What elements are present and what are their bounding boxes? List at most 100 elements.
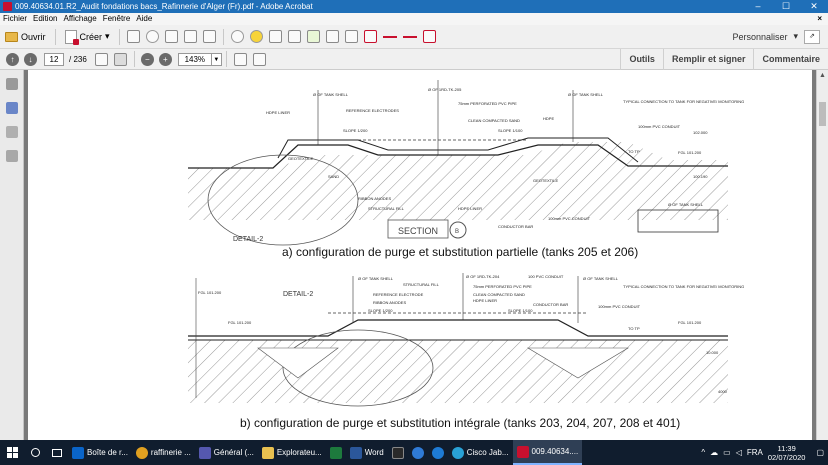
attach-icon[interactable] <box>287 30 301 43</box>
main-toolbar: Ouvrir Créer ▾ Personnaliser ▾ ⇗ <box>0 25 828 49</box>
drawing-label: STRUCTURAL FILL <box>403 282 440 287</box>
volume-icon[interactable]: ◁ <box>736 448 742 457</box>
start-button[interactable] <box>0 440 24 465</box>
folder-icon <box>261 446 274 459</box>
fill-sign-link[interactable]: Remplir et signer <box>662 48 754 70</box>
system-tray: ^ ☁ ▭ ◁ FRA 11:39 02/07/2020 ▢ <box>701 444 828 462</box>
create-pdf-icon <box>64 29 79 45</box>
taskbar-app[interactable] <box>388 440 408 465</box>
excel-icon <box>329 446 342 459</box>
menu-edition[interactable]: Edition <box>30 13 60 25</box>
fit-page-icon[interactable] <box>233 52 247 66</box>
engineering-drawing-a: Ø OF TANK SHELL Ø OF 1RD-TK-205 Ø OF TAN… <box>188 80 744 246</box>
menu-aide[interactable]: Aide <box>133 13 155 25</box>
menu-fichier[interactable]: Fichier <box>0 13 30 25</box>
menu-fenetre[interactable]: Fenêtre <box>100 13 134 25</box>
zoom-in-icon[interactable]: + <box>158 52 172 66</box>
email-icon[interactable] <box>202 30 216 43</box>
network-icon[interactable]: ▭ <box>723 448 731 457</box>
edge-icon <box>431 446 444 459</box>
open-button[interactable]: Ouvrir <box>0 27 51 47</box>
page-number-input[interactable]: 12 <box>44 52 64 66</box>
drawing-label: 100mm PVC CONDUIT <box>598 304 641 309</box>
drawing-label: SLOPE 1/200 <box>368 308 393 313</box>
taskbar-explorer[interactable]: Explorateu... <box>258 440 326 465</box>
vertical-scrollbar[interactable]: ▲ <box>816 70 828 440</box>
cloud-upload-icon[interactable] <box>145 30 159 43</box>
maximize-button[interactable]: ☐ <box>772 0 800 13</box>
clock[interactable]: 11:39 02/07/2020 <box>768 444 806 462</box>
taskbar-excel[interactable] <box>326 440 346 465</box>
cloud-icon[interactable]: ☁ <box>710 448 718 457</box>
zoom-level-input[interactable]: 143% <box>177 52 212 66</box>
next-page-icon[interactable]: ↓ <box>24 52 37 66</box>
drawing-label: 100mm PVC CONDUIT <box>548 216 591 221</box>
gear-icon[interactable] <box>230 30 244 43</box>
acrobat-app-icon <box>3 2 12 11</box>
eraser-icon[interactable] <box>422 30 436 43</box>
create-label: Créer <box>79 31 103 42</box>
hand-tool-icon[interactable] <box>113 52 127 66</box>
notifications-icon[interactable]: ▢ <box>816 448 824 457</box>
select-cursor-icon[interactable] <box>94 52 108 66</box>
chevron-up-icon[interactable]: ^ <box>701 448 705 457</box>
taskbar-word[interactable]: Word <box>346 440 388 465</box>
taskbar-edge[interactable] <box>428 440 448 465</box>
task-view-icon <box>52 448 62 457</box>
line-icon[interactable] <box>382 35 397 38</box>
page-thumbnails-icon[interactable] <box>5 78 18 90</box>
comment-icon[interactable] <box>249 30 263 43</box>
save-icon[interactable] <box>126 30 140 43</box>
taskbar-label: Général (... <box>213 448 254 457</box>
fit-width-icon[interactable] <box>252 52 266 66</box>
drawing-label: 100mm PVC CONDUIT <box>638 124 681 129</box>
highlight-icon[interactable] <box>306 30 320 43</box>
drawing-label: 75mm PERFORATED PVC PIPE <box>458 101 517 106</box>
attachments-icon[interactable] <box>5 126 18 138</box>
zoom-out-icon[interactable]: − <box>140 52 154 66</box>
outlook-icon <box>72 446 84 459</box>
close-document-button[interactable]: × <box>814 13 828 25</box>
taskbar-teams[interactable]: Général (... <box>195 440 258 465</box>
chevron-down-icon[interactable]: ▾ <box>793 31 798 42</box>
text-box-icon[interactable] <box>344 30 358 43</box>
previous-page-icon[interactable]: ↑ <box>6 52 19 66</box>
language-indicator[interactable]: FRA <box>747 448 763 457</box>
engineering-drawing-b: Ø OF TANK SHELL STRUCTURAL FILL Ø OF 1RD… <box>188 273 744 407</box>
edit-icon[interactable] <box>183 30 197 43</box>
customize-label[interactable]: Personnaliser <box>732 32 787 42</box>
drawing-label: DETAIL-2 <box>233 236 263 243</box>
menu-affichage[interactable]: Affichage <box>60 13 99 25</box>
print-icon[interactable] <box>164 30 178 43</box>
drawing-label: 100.190 <box>693 174 708 179</box>
taskbar-acrobat[interactable]: 009.40634.... <box>512 440 583 465</box>
close-button[interactable]: ✕ <box>800 0 828 13</box>
taskbar-cisco-jabber[interactable]: Cisco Jab... <box>448 440 513 465</box>
create-button[interactable]: Créer ▾ <box>60 27 115 47</box>
stamp-icon[interactable] <box>268 30 282 43</box>
search-button[interactable] <box>24 440 46 465</box>
minimize-button[interactable]: – <box>744 0 772 13</box>
chevron-down-icon[interactable]: ▼ <box>211 52 222 66</box>
scrollbar-thumb[interactable] <box>819 102 826 126</box>
taskbar-label: Explorateu... <box>276 448 322 457</box>
acrobat-window: 009.40634.01.R2_Audit fondations bacs_Ra… <box>0 0 828 465</box>
scroll-up-icon[interactable]: ▲ <box>817 70 828 82</box>
drawing-label: TO TP <box>628 149 640 154</box>
tools-link[interactable]: Outils <box>620 48 663 70</box>
rectangle-icon[interactable] <box>363 30 377 43</box>
folder-icon <box>5 31 18 42</box>
toolbar-divider <box>118 28 120 45</box>
taskbar-chrome[interactable]: raffinerie ... <box>132 440 195 465</box>
bookmarks-icon[interactable] <box>5 102 18 114</box>
signatures-icon[interactable] <box>5 150 18 162</box>
document-viewport[interactable]: Ø OF TANK SHELL Ø OF 1RD-TK-205 Ø OF TAN… <box>24 70 816 440</box>
taskbar-skype[interactable] <box>408 440 428 465</box>
expand-toolbar-icon[interactable]: ⇗ <box>804 29 820 44</box>
drawing-label: FGL 101.200 <box>678 320 702 325</box>
comment-link[interactable]: Commentaire <box>753 48 828 70</box>
arrow-icon[interactable] <box>402 35 417 38</box>
taskbar-outlook[interactable]: Boîte de r... <box>68 440 132 465</box>
task-view-button[interactable] <box>46 440 68 465</box>
sign-icon[interactable] <box>325 30 339 43</box>
